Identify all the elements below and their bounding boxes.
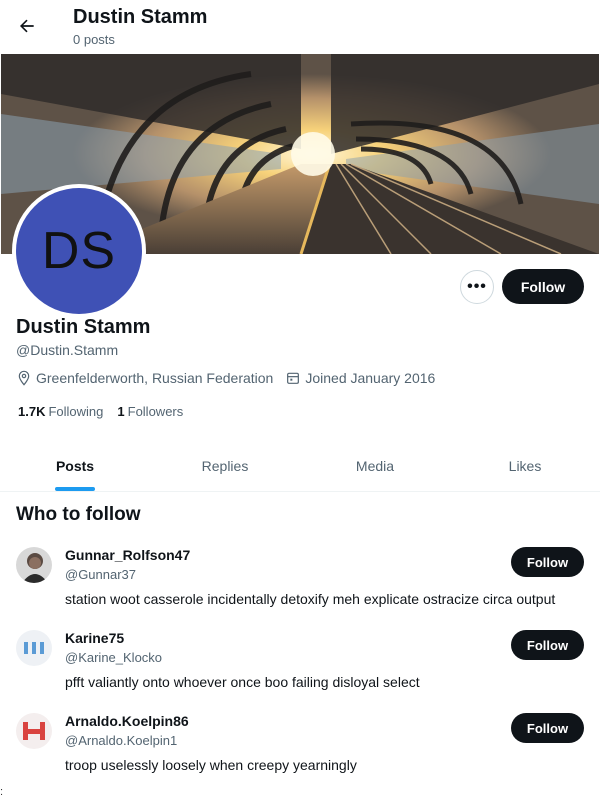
- top-bar: Dustin Stamm 0 posts: [0, 0, 600, 54]
- user-avatar[interactable]: [16, 547, 52, 583]
- back-button[interactable]: [14, 15, 40, 41]
- suggestion-item[interactable]: Gunnar_Rolfson47 @Gunnar37 station woot …: [0, 547, 600, 627]
- more-dots-icon: •••: [467, 278, 487, 295]
- location-item: Greenfelderworth, Russian Federation: [16, 370, 273, 386]
- more-options-button[interactable]: •••: [460, 270, 494, 304]
- location-pin-icon: [16, 370, 32, 386]
- suggestion-item[interactable]: Arnaldo.Koelpin86 @Arnaldo.Koelpin1 troo…: [0, 713, 600, 793]
- user-name[interactable]: Gunnar_Rolfson47: [65, 547, 190, 563]
- follow-button[interactable]: Follow: [511, 630, 584, 660]
- user-bio: pfft valiantly onto whoever once boo fai…: [65, 674, 420, 690]
- user-handle: @Arnaldo.Koelpin1: [65, 733, 178, 748]
- tab-label: Posts: [55, 457, 95, 474]
- profile-avatar[interactable]: DS: [12, 184, 146, 318]
- tab-label: Replies: [201, 457, 249, 474]
- tab-media[interactable]: Media: [300, 440, 450, 491]
- followers-label: Followers: [127, 404, 184, 419]
- profile-stats: 1.7K Following 1 Followers: [18, 404, 197, 419]
- tab-likes[interactable]: Likes: [450, 440, 600, 491]
- profile-display-name: Dustin Stamm: [16, 316, 151, 338]
- follow-button[interactable]: Follow: [511, 713, 584, 743]
- arrow-left-icon: [17, 16, 37, 41]
- user-name[interactable]: Arnaldo.Koelpin86: [65, 713, 189, 729]
- following-label: Following: [48, 404, 104, 419]
- followers-link[interactable]: 1 Followers: [117, 404, 183, 419]
- follow-button[interactable]: Follow: [502, 269, 584, 304]
- following-link[interactable]: 1.7K Following: [18, 404, 103, 419]
- suggestion-item[interactable]: Karine75 @Karine_Klocko pfft valiantly o…: [0, 630, 600, 710]
- avatar-initials: DS: [16, 188, 142, 314]
- profile-meta: Greenfelderworth, Russian Federation Joi…: [16, 370, 447, 386]
- header-post-count: 0 posts: [73, 32, 115, 47]
- user-avatar[interactable]: [16, 630, 52, 666]
- active-tab-indicator: [55, 487, 95, 491]
- tab-label: Media: [355, 457, 395, 474]
- calendar-icon: [285, 370, 301, 386]
- user-bio: station woot casserole incidentally deto…: [65, 591, 556, 607]
- user-bio: troop uselessly loosely when creepy year…: [65, 757, 357, 773]
- user-name[interactable]: Karine75: [65, 630, 124, 646]
- who-to-follow-title: Who to follow: [16, 504, 141, 525]
- profile-handle: @Dustin.Stamm: [16, 342, 119, 358]
- tab-posts[interactable]: Posts: [0, 440, 150, 491]
- joined-text: Joined January 2016: [305, 370, 436, 386]
- tab-label: Likes: [508, 457, 542, 474]
- joined-item: Joined January 2016: [285, 370, 435, 386]
- following-count: 1.7K: [18, 404, 46, 419]
- location-text: Greenfelderworth, Russian Federation: [36, 370, 274, 386]
- follow-button[interactable]: Follow: [511, 547, 584, 577]
- tab-replies[interactable]: Replies: [150, 440, 300, 491]
- stray-glyph: :: [0, 786, 4, 798]
- user-avatar[interactable]: [16, 713, 52, 749]
- user-handle: @Gunnar37: [65, 567, 137, 582]
- profile-tabs: Posts Replies Media Likes: [0, 440, 600, 492]
- user-handle: @Karine_Klocko: [65, 650, 163, 665]
- header-title: Dustin Stamm: [73, 6, 208, 28]
- followers-count: 1: [117, 404, 125, 419]
